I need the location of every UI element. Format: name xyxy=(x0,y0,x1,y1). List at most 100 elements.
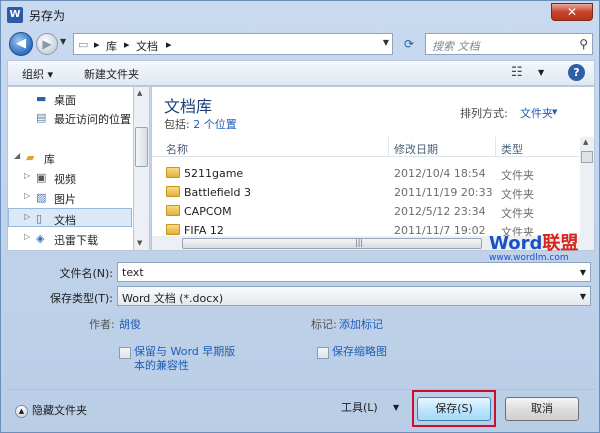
scroll-thumb[interactable] xyxy=(581,151,593,163)
breadcrumb-documents[interactable]: 文档 xyxy=(136,38,158,54)
arrange-by-value[interactable]: 文件夹 xyxy=(520,105,553,121)
refresh-button[interactable]: ⟳ xyxy=(397,33,421,55)
search-placeholder: 搜索 文档 xyxy=(432,40,480,53)
column-header: 名称 修改日期 类型 xyxy=(152,137,580,157)
nav-item-pictures[interactable]: ▷ ▨ 图片 xyxy=(8,188,132,207)
compat-checkbox[interactable] xyxy=(119,347,131,359)
breadcrumb-library[interactable]: 库 xyxy=(106,38,117,54)
thumbnail-label[interactable]: 保存缩略图 xyxy=(332,345,387,359)
address-bar: ◀ ▶ ▼ ▭ ▸ 库 ▸ 文档 ▸ ▼ ⟳ 搜索 文档 ⚲ xyxy=(7,31,595,57)
save-as-dialog: W 另存为 ✕ ◀ ▶ ▼ ▭ ▸ 库 ▸ 文档 ▸ ▼ ⟳ 搜索 文档 ⚲ 组… xyxy=(0,0,600,433)
compat-label-line1[interactable]: 保留与 Word 早期版 xyxy=(134,345,235,359)
breadcrumb-separator-icon[interactable]: ▸ xyxy=(124,38,130,51)
collapse-arrow-icon[interactable]: ◢ xyxy=(14,151,20,160)
file-type: 文件夹 xyxy=(501,188,534,201)
scroll-up-icon[interactable]: ▲ xyxy=(583,138,588,146)
file-name: Battlefield 3 xyxy=(184,186,251,199)
expand-arrow-icon[interactable]: ▷ xyxy=(24,171,30,180)
scroll-down-icon[interactable]: ▼ xyxy=(137,239,142,247)
chevron-down-icon[interactable]: ▼ xyxy=(580,292,586,301)
recent-pages-dropdown[interactable]: ▼ xyxy=(60,37,66,46)
breadcrumb-separator-icon[interactable]: ▸ xyxy=(166,38,172,51)
nav-item-libraries[interactable]: ◢ ▰ 库 xyxy=(8,148,132,167)
new-folder-button[interactable]: 新建文件夹 xyxy=(84,66,139,82)
file-date: 2012/10/4 18:54 xyxy=(394,167,486,180)
nav-item-desktop[interactable]: ▬ 桌面 xyxy=(8,89,132,108)
nav-item-documents[interactable]: ▷ ▯ 文档 xyxy=(8,208,132,227)
tools-dropdown-icon[interactable]: ▼ xyxy=(393,403,399,412)
folder-icon xyxy=(166,224,180,235)
includes-label: 包括: xyxy=(164,118,190,131)
breadcrumb-separator-icon[interactable]: ▸ xyxy=(94,38,100,51)
arrow-left-icon: ◀ xyxy=(16,36,26,51)
forward-button[interactable]: ▶ xyxy=(36,33,58,55)
help-icon[interactable]: ? xyxy=(568,64,585,81)
includes-locations-link[interactable]: 2 个位置 xyxy=(193,118,237,131)
address-dropdown-icon[interactable]: ▼ xyxy=(383,38,389,47)
close-icon: ✕ xyxy=(566,5,578,19)
column-date-modified[interactable]: 修改日期 xyxy=(394,141,438,157)
scroll-up-icon[interactable]: ▲ xyxy=(137,89,142,97)
thunder-download-icon: ◈ xyxy=(36,232,45,245)
table-row[interactable]: CAPCOM 2012/5/12 23:34 文件夹 xyxy=(152,202,580,221)
chevron-up-icon: ▲ xyxy=(15,404,28,418)
column-name[interactable]: 名称 xyxy=(166,141,188,157)
scroll-grip-icon: ||| xyxy=(355,238,364,247)
video-icon: ▣ xyxy=(36,171,47,184)
tags-field[interactable]: 添加标记 xyxy=(339,316,383,332)
nav-item-label: 桌面 xyxy=(54,94,76,107)
table-row[interactable]: 5211game 2012/10/4 18:54 文件夹 xyxy=(152,164,580,183)
back-button[interactable]: ◀ xyxy=(9,32,33,56)
file-list-vertical-scrollbar[interactable]: ▲ xyxy=(580,137,594,250)
arrange-by-label: 排列方式: xyxy=(460,107,508,120)
filetype-label: 保存类型(T): xyxy=(49,292,113,305)
filetype-select[interactable]: Word 文档 (*.docx) ▼ xyxy=(117,286,591,306)
file-date: 2011/11/19 20:33 xyxy=(394,186,493,199)
navigation-scrollbar[interactable]: ▲ ▼ xyxy=(133,86,150,251)
table-row[interactable]: Battlefield 3 2011/11/19 20:33 文件夹 xyxy=(152,183,580,202)
address-field[interactable]: ▭ ▸ 库 ▸ 文档 ▸ ▼ xyxy=(73,33,393,55)
compat-label-line2[interactable]: 本的兼容性 xyxy=(134,359,189,373)
search-icon[interactable]: ⚲ xyxy=(579,37,588,51)
dialog-title: 另存为 xyxy=(29,9,66,23)
refresh-icon: ⟳ xyxy=(403,37,415,51)
filename-input[interactable]: text ▼ xyxy=(117,262,591,282)
tools-button[interactable]: 工具(L) xyxy=(341,399,378,415)
nav-item-recent-places[interactable]: ▤ 最近访问的位置 xyxy=(8,108,132,127)
nav-item-label: 图片 xyxy=(54,193,76,206)
expand-arrow-icon[interactable]: ▷ xyxy=(24,232,30,241)
hide-folders-button[interactable]: ▲ 隐藏文件夹 xyxy=(15,402,87,418)
organize-button[interactable]: 组织 ▾ xyxy=(22,66,53,82)
view-dropdown-icon[interactable]: ▼ xyxy=(538,68,544,77)
expand-arrow-icon[interactable]: ▷ xyxy=(24,191,30,200)
expand-arrow-icon[interactable]: ▷ xyxy=(24,212,30,221)
site-watermark: Word联盟 www.wordlm.com xyxy=(489,229,578,263)
scroll-thumb[interactable] xyxy=(135,127,148,167)
filename-value: text xyxy=(122,266,144,279)
scroll-thumb[interactable]: ||| xyxy=(182,238,482,249)
library-title: 文档库 xyxy=(164,97,213,116)
library-includes: 包括: 2 个位置 xyxy=(164,116,237,132)
search-input[interactable]: 搜索 文档 ⚲ xyxy=(425,33,593,55)
close-button[interactable]: ✕ xyxy=(551,3,593,21)
author-label: 作者: xyxy=(89,318,115,331)
nav-item-videos[interactable]: ▷ ▣ 视频 xyxy=(8,168,132,187)
file-name: CAPCOM xyxy=(184,205,232,218)
author-field[interactable]: 胡俊 xyxy=(119,316,141,332)
file-type: 文件夹 xyxy=(501,169,534,182)
file-date: 2012/5/12 23:34 xyxy=(394,205,486,218)
file-name: 5211game xyxy=(184,167,244,180)
recent-places-icon: ▤ xyxy=(36,111,47,124)
arrange-dropdown-icon[interactable]: ▼ xyxy=(552,108,557,116)
chevron-down-icon[interactable]: ▼ xyxy=(580,268,586,277)
nav-item-label: 迅雷下载 xyxy=(54,234,98,247)
arrow-right-icon: ▶ xyxy=(42,37,52,51)
thumbnail-checkbox[interactable] xyxy=(317,347,329,359)
column-type[interactable]: 类型 xyxy=(501,141,523,157)
title-bar[interactable]: W 另存为 ✕ xyxy=(1,1,599,29)
nav-item-thunder-download[interactable]: ▷ ◈ 迅雷下载 xyxy=(8,229,132,248)
folder-icon xyxy=(166,205,180,216)
view-options-icon[interactable]: ☷ xyxy=(511,65,523,80)
cancel-button[interactable]: 取消 xyxy=(505,397,579,421)
nav-item-label: 最近访问的位置 xyxy=(54,113,131,126)
